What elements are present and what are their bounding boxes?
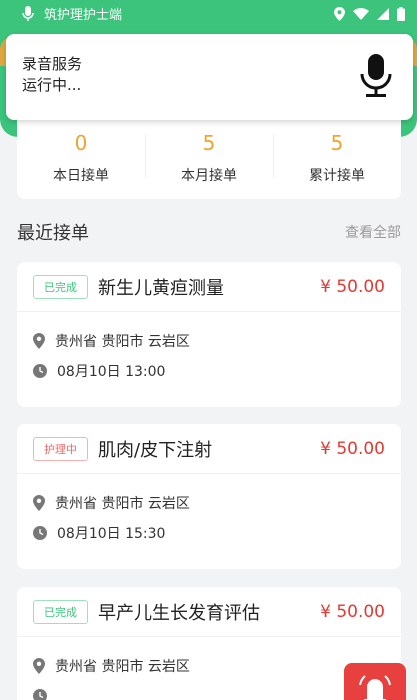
order-price: ¥ 50.00 bbox=[320, 276, 385, 297]
time-text: 08月10日 13:00 bbox=[57, 364, 166, 380]
status-badge: 护理中 bbox=[33, 436, 88, 461]
stat-label: 本日接单 bbox=[53, 168, 109, 184]
microphone-icon bbox=[360, 54, 392, 97]
order-location: 贵州省 贵阳市 云岩区 bbox=[33, 488, 385, 518]
service-name: 肌肉/皮下注射 bbox=[98, 439, 213, 461]
app-name: 筑护理护士端 bbox=[44, 8, 123, 23]
order-info: 贵州省 贵阳市 云岩区 08月10日 13:00 bbox=[17, 312, 401, 386]
order-header: 已完成 早产儿生长发育评估 ¥ 50.00 bbox=[17, 587, 401, 637]
clock-icon bbox=[33, 364, 47, 378]
notification-status: 运行中... bbox=[22, 76, 82, 94]
location-icon bbox=[334, 6, 345, 21]
order-info: 贵州省 贵阳市 云岩区 08月10日 15:30 bbox=[17, 474, 401, 548]
location-pin-icon bbox=[33, 658, 45, 674]
order-time: 08月10日 15:30 bbox=[33, 518, 385, 548]
order-time bbox=[33, 681, 385, 700]
order-location: 贵州省 贵阳市 云岩区 bbox=[33, 326, 385, 356]
location-pin-icon bbox=[33, 495, 45, 511]
stats-panel: 0 本日接单 5 本月接单 5 累计接单 bbox=[17, 115, 401, 199]
stat-total[interactable]: 5 累计接单 bbox=[273, 129, 401, 185]
order-price: ¥ 50.00 bbox=[320, 438, 385, 459]
alarm-button[interactable] bbox=[344, 663, 406, 700]
location-pin-icon bbox=[33, 333, 45, 349]
order-location: 贵州省 贵阳市 云岩区 bbox=[33, 651, 385, 681]
stat-today[interactable]: 0 本日接单 bbox=[17, 129, 145, 185]
order-card[interactable]: 护理中 肌肉/皮下注射 ¥ 50.00 贵州省 贵阳市 云岩区 08月10日 1… bbox=[17, 424, 401, 569]
service-name: 早产儿生长发育评估 bbox=[98, 602, 260, 624]
mic-icon bbox=[22, 5, 34, 21]
signal-icon bbox=[377, 7, 389, 20]
service-name: 新生儿黄疸测量 bbox=[98, 277, 224, 299]
recent-orders-header: 最近接单 查看全部 bbox=[17, 219, 401, 245]
order-header: 护理中 肌肉/皮下注射 ¥ 50.00 bbox=[17, 424, 401, 474]
stat-label: 本月接单 bbox=[181, 168, 237, 184]
stat-label: 累计接单 bbox=[309, 168, 365, 184]
recording-notification[interactable]: 录音服务 运行中... bbox=[6, 34, 413, 120]
location-text: 贵州省 贵阳市 云岩区 bbox=[55, 496, 190, 512]
alarm-bell-icon bbox=[359, 675, 391, 700]
notification-title: 录音服务 bbox=[22, 55, 83, 73]
stat-value: 5 bbox=[202, 131, 216, 155]
order-header: 已完成 新生儿黄疸测量 ¥ 50.00 bbox=[17, 262, 401, 312]
status-badge: 已完成 bbox=[33, 599, 88, 624]
status-bar: 筑护理护士端 bbox=[0, 0, 417, 27]
stat-value: 5 bbox=[330, 131, 344, 155]
clock-icon bbox=[33, 526, 47, 540]
stat-month[interactable]: 5 本月接单 bbox=[145, 129, 273, 185]
location-text: 贵州省 贵阳市 云岩区 bbox=[55, 334, 190, 350]
system-icons bbox=[334, 6, 405, 21]
section-title: 最近接单 bbox=[17, 223, 89, 244]
stat-value: 0 bbox=[74, 131, 88, 155]
location-text: 贵州省 贵阳市 云岩区 bbox=[55, 659, 190, 675]
order-card[interactable]: 已完成 新生儿黄疸测量 ¥ 50.00 贵州省 贵阳市 云岩区 08月10日 1… bbox=[17, 262, 401, 407]
wifi-icon bbox=[353, 7, 369, 20]
time-text: 08月10日 15:30 bbox=[57, 526, 166, 542]
order-price: ¥ 50.00 bbox=[320, 601, 385, 622]
status-badge: 已完成 bbox=[33, 274, 88, 299]
battery-icon bbox=[397, 6, 405, 21]
clock-icon bbox=[33, 689, 47, 700]
view-all-link[interactable]: 查看全部 bbox=[345, 222, 401, 242]
order-time: 08月10日 13:00 bbox=[33, 356, 385, 386]
